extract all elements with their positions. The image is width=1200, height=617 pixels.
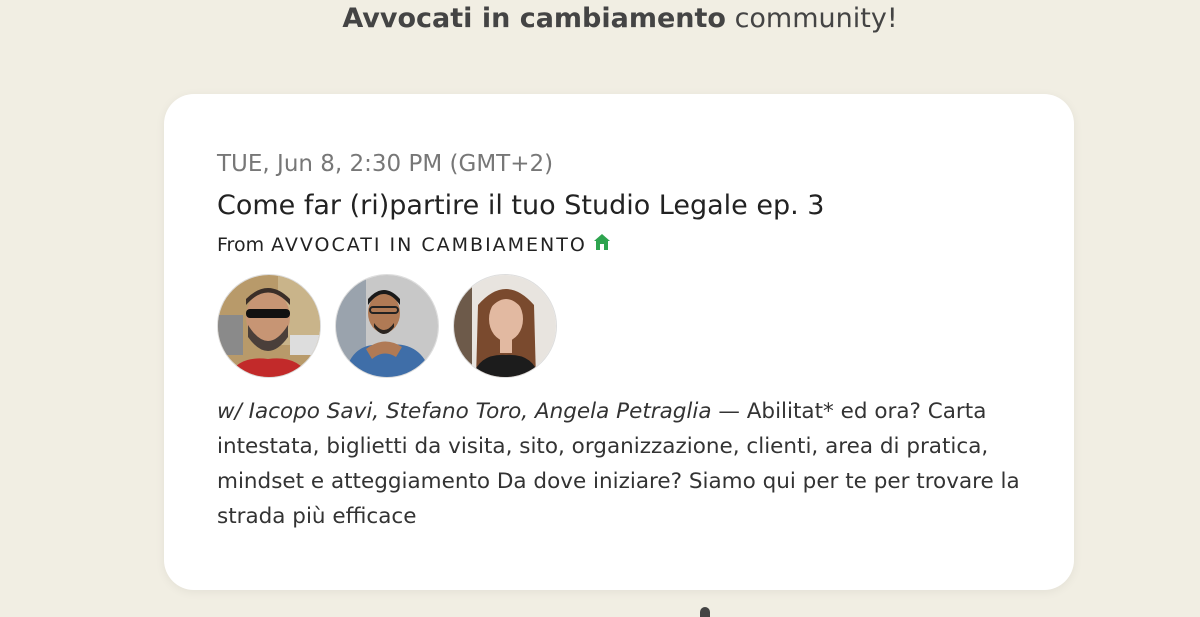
community-suffix: community! [725, 3, 898, 34]
event-card-content: TUE, Jun 8, 2:30 PM (GMT+2) Come far (ri… [217, 149, 1037, 534]
event-hosts: w/ Iacopo Savi, Stefano Toro, Angela Pet… [217, 399, 712, 424]
organizer-name[interactable]: AVVOCATI IN CAMBIAMENTO [271, 233, 587, 257]
event-card[interactable]: TUE, Jun 8, 2:30 PM (GMT+2) Come far (ri… [164, 94, 1074, 590]
avatar-host-2[interactable] [335, 274, 439, 378]
event-organizer-row: From AVVOCATI IN CAMBIAMENTO [217, 233, 1037, 257]
event-title[interactable]: Come far (ri)partire il tuo Studio Legal… [217, 189, 1037, 223]
event-date: TUE, Jun 8, 2:30 PM (GMT+2) [217, 151, 554, 177]
event-description: w/ Iacopo Savi, Stefano Toro, Angela Pet… [217, 394, 1037, 534]
community-name: Avvocati in cambiamento [342, 3, 726, 34]
from-label: From [217, 234, 265, 256]
avatar-host-3[interactable] [453, 274, 557, 378]
community-headline: Avvocati in cambiamento community! [0, 0, 1200, 38]
host-avatars [217, 274, 1037, 378]
avatar-host-1[interactable] [217, 274, 321, 378]
house-icon [593, 233, 611, 257]
